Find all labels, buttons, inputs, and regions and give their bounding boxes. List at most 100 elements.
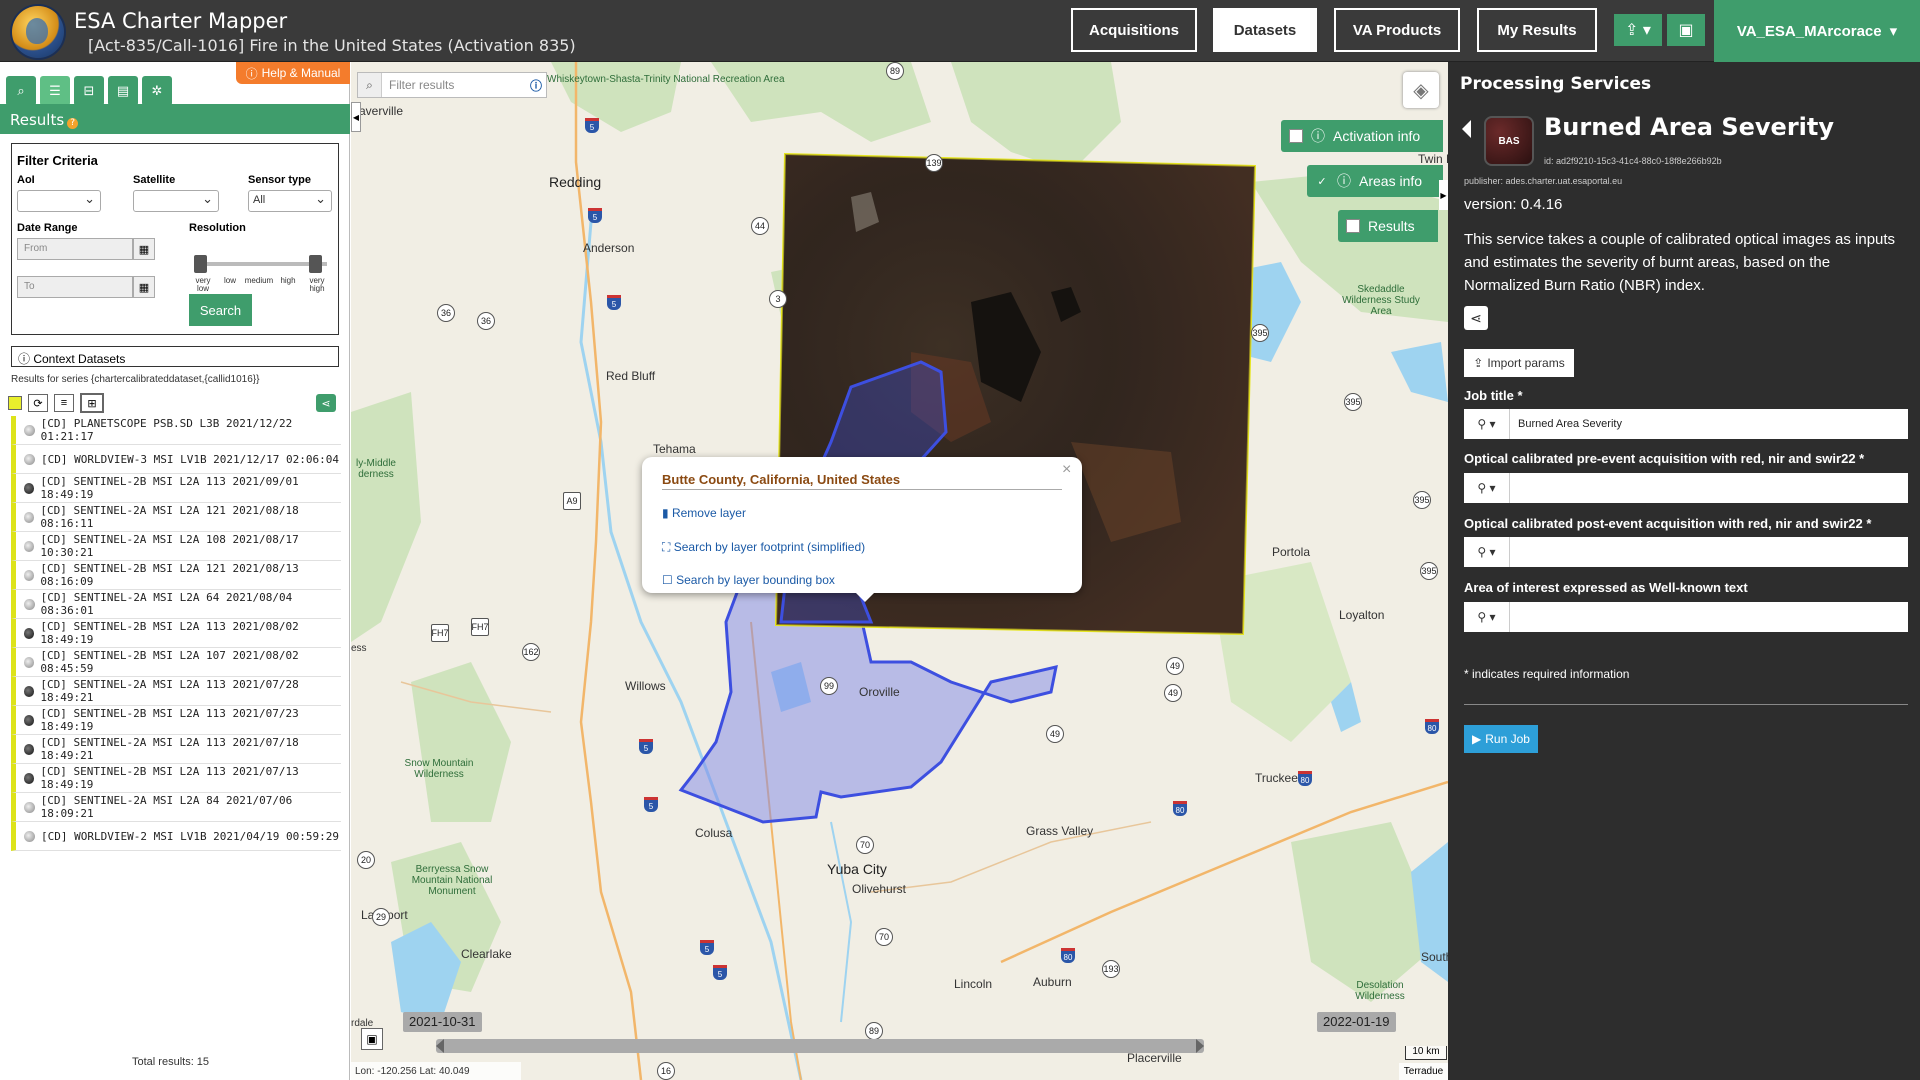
refresh-icon: ⟳ xyxy=(33,397,43,410)
panel-title: Processing Services xyxy=(1460,74,1652,94)
share-button[interactable]: ⋖ xyxy=(1464,306,1488,330)
user-menu[interactable]: VA_ESA_MArcorace ▾ xyxy=(1714,0,1920,62)
dataset-label: [CD] SENTINEL-2B MSI L2A 113 2021/07/23 … xyxy=(40,707,299,733)
dataset-row[interactable]: [CD] SENTINEL-2A MSI L2A 121 2021/08/18 … xyxy=(11,503,341,532)
collapse-right-panel-button[interactable]: ▶ xyxy=(1439,180,1448,210)
nav-my-results[interactable]: My Results xyxy=(1477,8,1597,52)
basket-button[interactable]: ⊞ xyxy=(80,393,104,413)
dataset-list: [CD] PLANETSCOPE PSB.SD L3B 2021/12/22 0… xyxy=(11,416,341,851)
layers-button[interactable]: ◈ xyxy=(1403,72,1439,108)
back-arrow-icon[interactable] xyxy=(1462,120,1471,138)
collapse-left-panel-button[interactable]: ◀ xyxy=(351,102,361,132)
list-tool-button[interactable]: ☰ xyxy=(40,76,70,106)
aoi-select[interactable] xyxy=(17,190,101,212)
search-tool-button[interactable]: ⌕ xyxy=(6,76,36,106)
upload-button[interactable]: ⇪ ▾ xyxy=(1614,14,1662,46)
info-icon: ⓘ xyxy=(245,66,258,81)
dataset-row[interactable]: [CD] WORLDVIEW-3 MSI LV1B 2021/12/17 02:… xyxy=(11,445,341,474)
areas-info-toggle[interactable]: ✓ ⓘ Areas info xyxy=(1307,165,1443,197)
chevron-right-icon: ▶ xyxy=(1440,190,1447,200)
help-manual-button[interactable]: ⓘ Help & Manual xyxy=(236,62,350,84)
search-button[interactable]: Search xyxy=(189,294,252,326)
interstate-shield: 5 xyxy=(585,118,599,133)
dataset-row[interactable]: [CD] SENTINEL-2B MSI L2A 113 2021/08/02 … xyxy=(11,619,341,648)
run-job-button[interactable]: ▶ Run Job xyxy=(1464,725,1538,753)
layers-icon: ◈ xyxy=(1413,79,1429,102)
close-icon[interactable]: × xyxy=(1062,461,1071,479)
question-icon[interactable]: ? xyxy=(67,118,79,129)
dataset-row[interactable]: [CD] SENTINEL-2B MSI L2A 113 2021/07/23 … xyxy=(11,706,341,735)
date-to-input[interactable]: To xyxy=(17,276,133,298)
dataset-row[interactable]: [CD] SENTINEL-2B MSI L2A 107 2021/08/02 … xyxy=(11,648,341,677)
map-attribution[interactable]: Terradue xyxy=(1399,1063,1448,1080)
globe-icon xyxy=(24,424,35,436)
nav-datasets[interactable]: Datasets xyxy=(1213,8,1317,52)
timeline-slider[interactable] xyxy=(436,1039,1204,1053)
field-value[interactable]: Burned Area Severity xyxy=(1510,409,1908,439)
magic-wand-icon[interactable]: ⚲ ▾ xyxy=(1464,537,1510,567)
refresh-button[interactable]: ⟳ xyxy=(28,394,48,412)
required-note: * indicates required information xyxy=(1464,667,1630,681)
job-title-field[interactable]: ⚲ ▾ Burned Area Severity xyxy=(1464,409,1908,439)
import-params-button[interactable]: ⇪ Import params xyxy=(1464,349,1574,377)
date-from-input[interactable]: From xyxy=(17,238,133,260)
dataset-row[interactable]: [CD] SENTINEL-2A MSI L2A 108 2021/08/17 … xyxy=(11,532,341,561)
field-value[interactable] xyxy=(1510,473,1908,503)
archive-tool-button[interactable]: ▤ xyxy=(108,76,138,106)
nav-va-products[interactable]: VA Products xyxy=(1334,8,1460,52)
caret-down-icon: ▾ xyxy=(1889,23,1898,40)
remove-layer-link[interactable]: ▮ Remove layer xyxy=(662,506,746,520)
timeline-start-handle[interactable] xyxy=(436,1039,444,1053)
context-datasets-header[interactable]: ⓘ Context Datasets xyxy=(11,346,339,367)
aoi-wkt-field[interactable]: ⚲ ▾ xyxy=(1464,602,1908,632)
dataset-row[interactable]: [CD] WORLDVIEW-2 MSI LV1B 2021/04/19 00:… xyxy=(11,822,341,851)
res-level-label: very low xyxy=(195,276,211,293)
timeline-end-handle[interactable] xyxy=(1196,1039,1204,1053)
sensor-type-select[interactable]: All xyxy=(248,190,332,212)
settings-tool-button[interactable]: ✲ xyxy=(142,76,172,106)
archive-icon: ▤ xyxy=(116,83,130,98)
magic-wand-icon[interactable]: ⚲ ▾ xyxy=(1464,409,1510,439)
dataset-row[interactable]: [CD] SENTINEL-2A MSI L2A 64 2021/08/04 0… xyxy=(11,590,341,619)
activation-info-toggle[interactable]: ⓘ Activation info xyxy=(1281,120,1443,152)
field-value[interactable] xyxy=(1510,537,1908,567)
interstate-shield: 5 xyxy=(713,965,727,980)
dataset-row[interactable]: [CD] SENTINEL-2B MSI L2A 113 2021/09/01 … xyxy=(11,474,341,503)
dataset-row[interactable]: [CD] SENTINEL-2A MSI L2A 113 2021/07/28 … xyxy=(11,677,341,706)
dataset-label: [CD] SENTINEL-2B MSI L2A 121 2021/08/13 … xyxy=(40,562,299,588)
post-event-field[interactable]: ⚲ ▾ xyxy=(1464,537,1908,567)
map-view[interactable]: averville Redding Anderson Red Bluff Teh… xyxy=(351,62,1448,1080)
checkbox-checked[interactable]: ✓ xyxy=(1315,174,1329,188)
dataset-row[interactable]: [CD] SENTINEL-2B MSI L2A 121 2021/08/13 … xyxy=(11,561,341,590)
dataset-row[interactable]: [CD] SENTINEL-2A MSI L2A 84 2021/07/06 1… xyxy=(11,793,341,822)
field-value[interactable] xyxy=(1510,602,1908,632)
dataset-row[interactable]: [CD] SENTINEL-2A MSI L2A 113 2021/07/18 … xyxy=(11,735,341,764)
map-filter-input[interactable]: ⌕ Filter results ⓘ xyxy=(357,72,547,98)
list-view-button[interactable]: ≡ xyxy=(54,394,74,412)
select-all-checkbox[interactable] xyxy=(8,396,22,410)
checkbox[interactable] xyxy=(1346,219,1360,233)
calendar-icon[interactable]: ▦ xyxy=(133,238,155,260)
briefcase-button[interactable]: ▣ xyxy=(1667,14,1705,46)
resolution-slider-min-handle[interactable] xyxy=(194,255,207,273)
search-bbox-link[interactable]: ☐ Search by layer bounding box xyxy=(662,573,835,587)
basket-icon: ⊞ xyxy=(87,397,97,410)
calendar-icon[interactable]: ▦ xyxy=(133,276,155,298)
resolution-slider-max-handle[interactable] xyxy=(309,255,322,273)
magic-wand-icon[interactable]: ⚲ ▾ xyxy=(1464,473,1510,503)
checkbox[interactable] xyxy=(1289,129,1303,143)
dataset-row[interactable]: [CD] PLANETSCOPE PSB.SD L3B 2021/12/22 0… xyxy=(11,416,341,445)
link-label: Search by layer footprint (simplified) xyxy=(673,540,866,554)
info-icon[interactable]: ⓘ xyxy=(530,77,546,94)
dataset-row[interactable]: [CD] SENTINEL-2B MSI L2A 113 2021/07/13 … xyxy=(11,764,341,793)
basket-tool-button[interactable]: ⊟ xyxy=(74,76,104,106)
share-button[interactable]: ⋖ xyxy=(316,394,336,412)
nav-acquisitions[interactable]: Acquisitions xyxy=(1071,8,1197,52)
satellite-input[interactable] xyxy=(133,190,219,212)
results-toggle[interactable]: Results xyxy=(1338,210,1438,242)
resolution-slider-track[interactable] xyxy=(197,262,327,266)
search-footprint-link[interactable]: ⛶ Search by layer footprint (simplified) xyxy=(662,540,865,555)
timeline-toggle-button[interactable]: ▣ xyxy=(361,1028,383,1050)
magic-wand-icon[interactable]: ⚲ ▾ xyxy=(1464,602,1510,632)
pre-event-field[interactable]: ⚲ ▾ xyxy=(1464,473,1908,503)
